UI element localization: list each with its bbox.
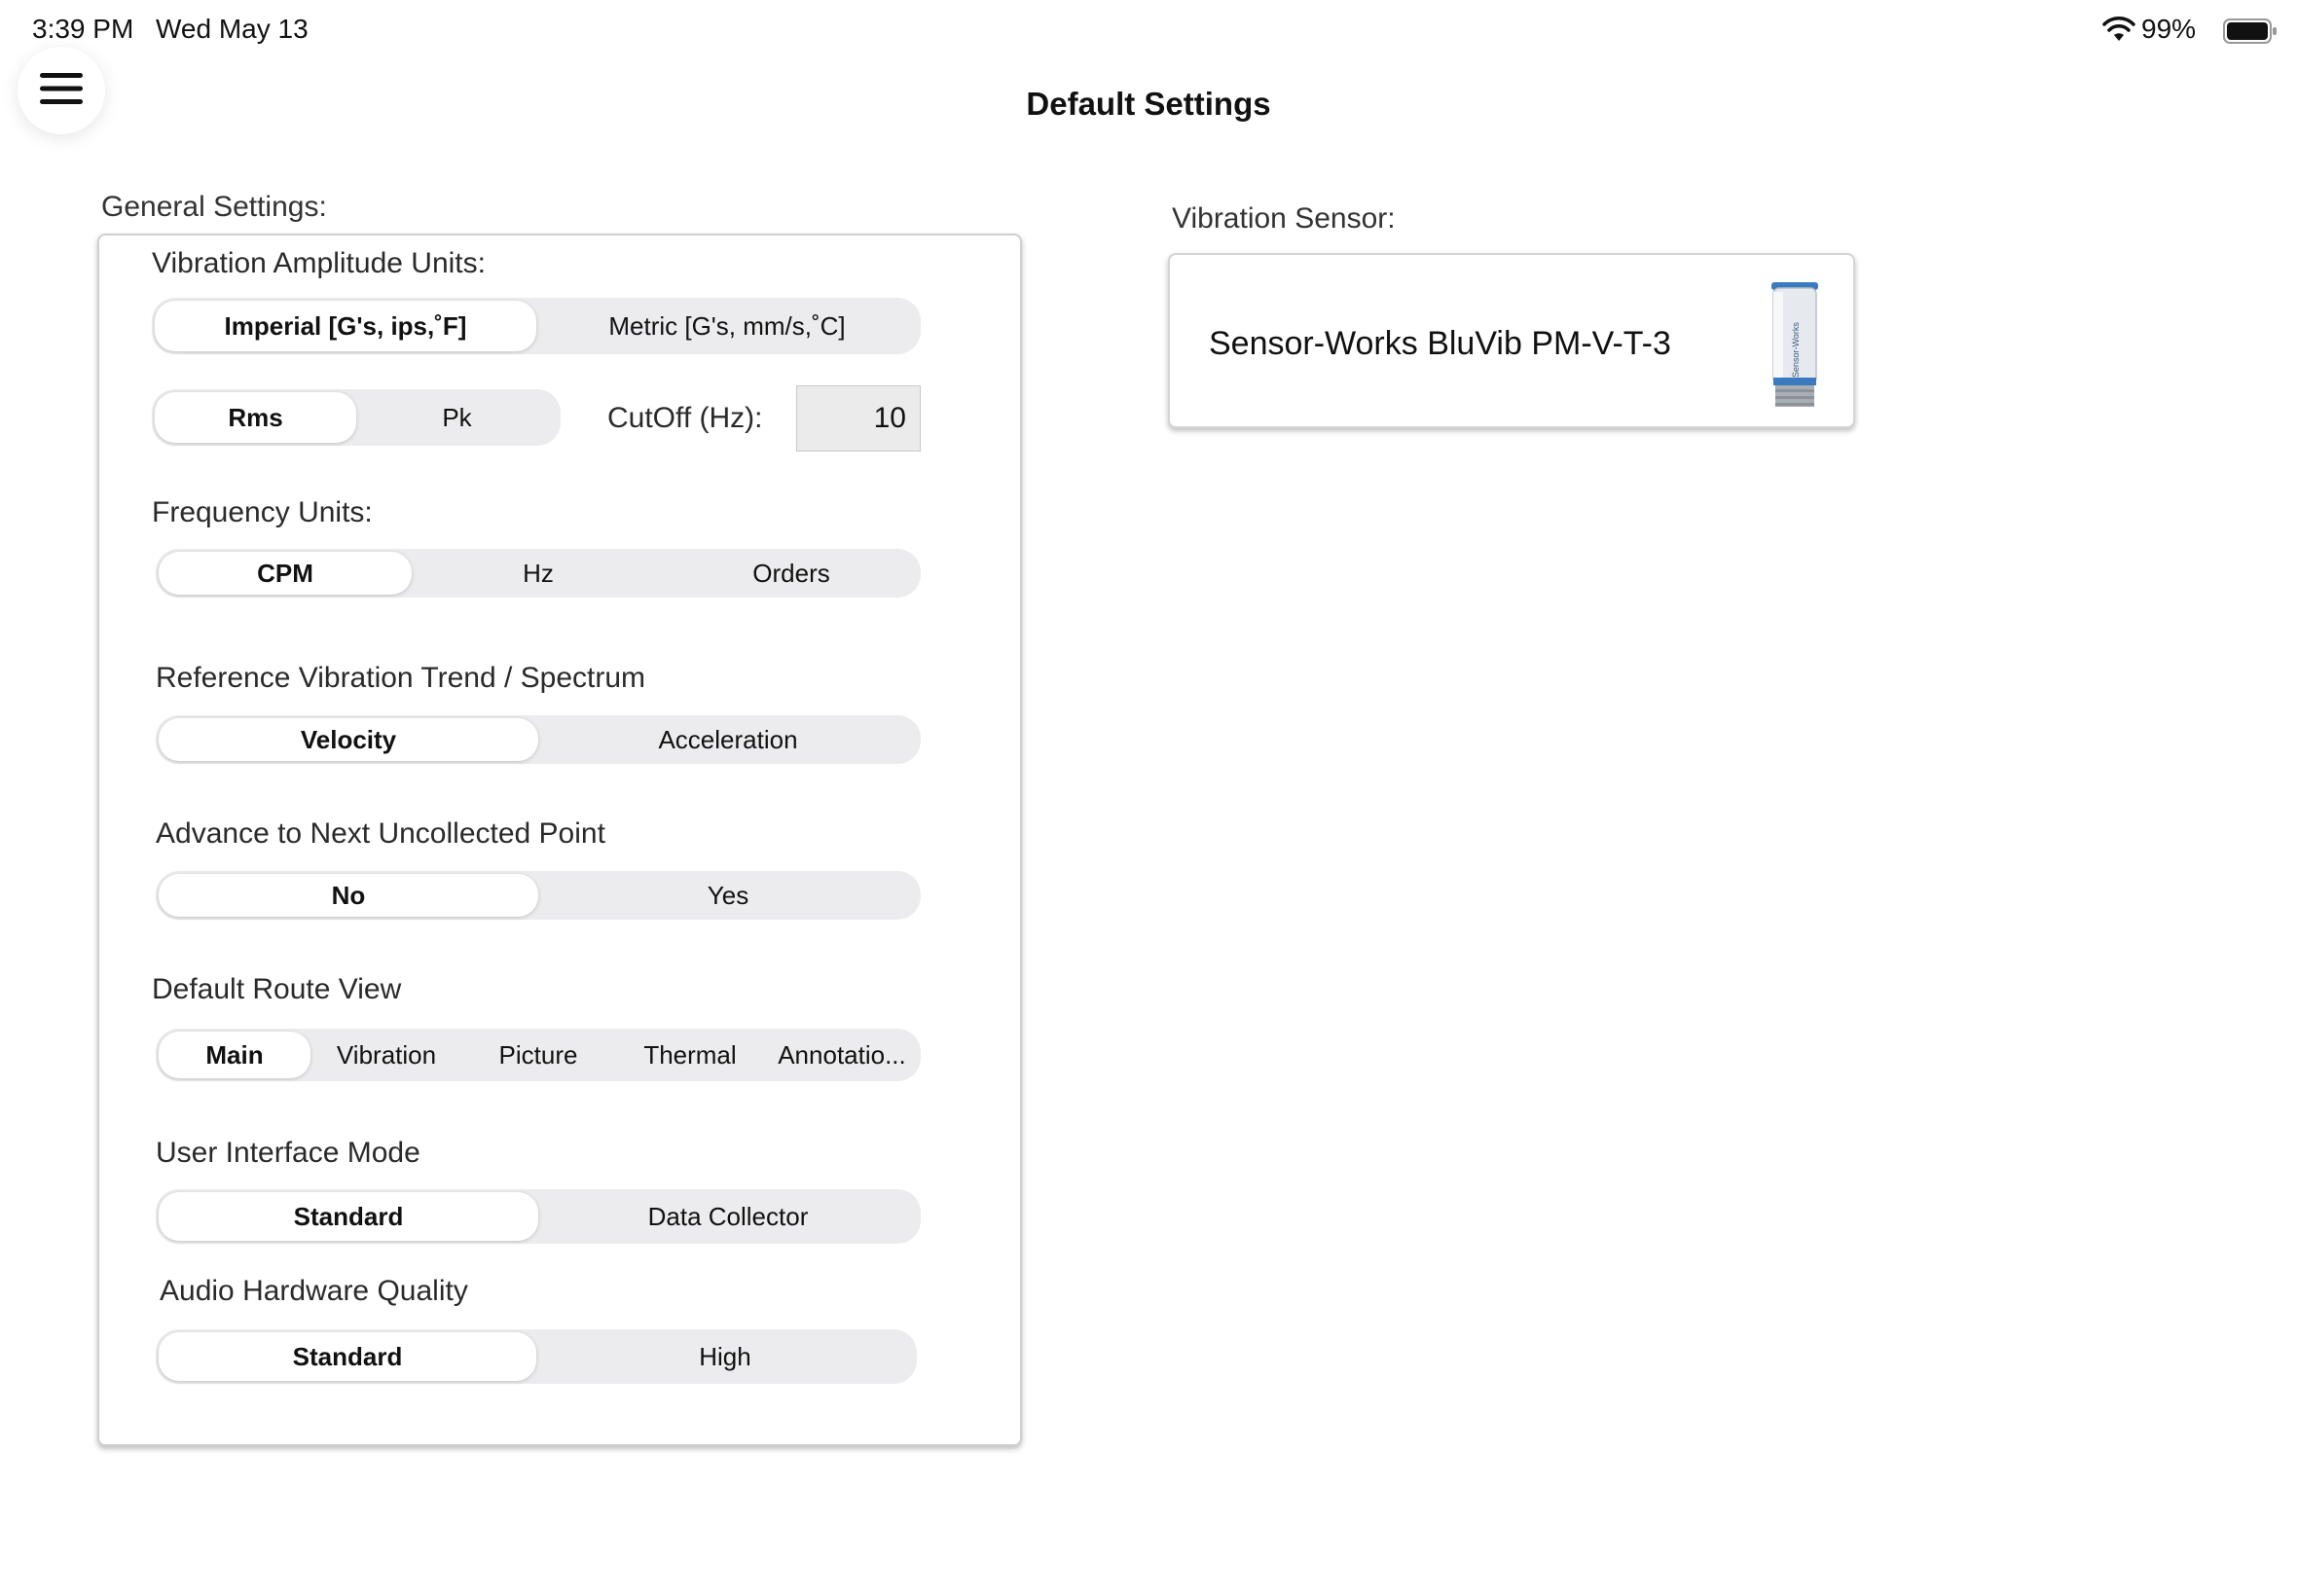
battery-percent: 99% — [2141, 14, 2197, 44]
ui-mode-segmented-control: Standard Data Collector — [156, 1189, 921, 1244]
general-settings-panel: Vibration Amplitude Units: Imperial [G's… — [97, 234, 1022, 1446]
sensor-name: Sensor-Works BluVib PM-V-T-3 — [1209, 325, 1671, 362]
reference-option-velocity[interactable]: Velocity — [159, 718, 538, 761]
route-view-segmented-control: Main Vibration Picture Thermal Annotatio… — [156, 1029, 921, 1081]
frequency-option-orders[interactable]: Orders — [665, 552, 918, 595]
advance-option-yes[interactable]: Yes — [538, 874, 918, 917]
audio-quality-segmented-control: Standard High — [156, 1329, 917, 1384]
advance-next-label: Advance to Next Uncollected Point — [156, 817, 605, 850]
amplitude-option-imperial[interactable]: Imperial [G's, ips,˚F] — [155, 301, 536, 351]
ui-mode-label: User Interface Mode — [156, 1137, 420, 1169]
audio-option-high[interactable]: High — [536, 1332, 914, 1381]
page-title: Default Settings — [1026, 86, 1271, 122]
route-view-option-main[interactable]: Main — [159, 1032, 310, 1078]
amplitude-units-segmented-control: Imperial [G's, ips,˚F] Metric [G's, mm/s… — [152, 298, 921, 354]
detection-option-rms[interactable]: Rms — [155, 392, 356, 443]
ui-mode-option-standard[interactable]: Standard — [159, 1192, 538, 1241]
audio-option-standard[interactable]: Standard — [159, 1332, 536, 1381]
sensor-image: Sensor-Works — [1766, 280, 1824, 417]
frequency-units-segmented-control: CPM Hz Orders — [156, 549, 921, 598]
route-view-option-vibration[interactable]: Vibration — [310, 1032, 462, 1078]
audio-quality-label: Audio Hardware Quality — [160, 1275, 468, 1307]
wifi-icon — [2102, 16, 2135, 48]
route-view-option-annotation[interactable]: Annotatio... — [766, 1032, 918, 1078]
detection-segmented-control: Rms Pk — [152, 389, 561, 446]
battery-icon — [2223, 18, 2278, 50]
detection-option-pk[interactable]: Pk — [356, 392, 558, 443]
route-view-option-picture[interactable]: Picture — [462, 1032, 614, 1078]
cutoff-label: CutOff (Hz): — [607, 402, 763, 434]
advance-next-segmented-control: No Yes — [156, 871, 921, 920]
reference-option-acceleration[interactable]: Acceleration — [538, 718, 918, 761]
menu-button[interactable] — [18, 47, 105, 134]
sensor-image-label: Sensor-Works — [1791, 322, 1801, 378]
route-view-option-thermal[interactable]: Thermal — [614, 1032, 766, 1078]
frequency-units-label: Frequency Units: — [152, 496, 373, 528]
amplitude-option-metric[interactable]: Metric [G's, mm/s,˚C] — [536, 301, 918, 351]
cutoff-input[interactable] — [796, 385, 921, 452]
ui-mode-option-data-collector[interactable]: Data Collector — [538, 1192, 918, 1241]
frequency-option-hz[interactable]: Hz — [412, 552, 665, 595]
vibration-sensor-label: Vibration Sensor: — [1172, 202, 1396, 235]
reference-trend-segmented-control: Velocity Acceleration — [156, 715, 921, 764]
frequency-option-cpm[interactable]: CPM — [159, 552, 412, 595]
advance-option-no[interactable]: No — [159, 874, 538, 917]
sensor-card[interactable]: Sensor-Works BluVib PM-V-T-3 Sensor-Work… — [1168, 253, 1855, 428]
reference-trend-label: Reference Vibration Trend / Spectrum — [156, 662, 646, 694]
hamburger-menu-icon — [39, 71, 84, 111]
status-date: Wed May 13 — [156, 14, 309, 44]
amplitude-units-label: Vibration Amplitude Units: — [152, 247, 486, 279]
route-view-label: Default Route View — [152, 973, 402, 1005]
status-time: 3:39 PM — [32, 14, 134, 44]
general-settings-label: General Settings: — [101, 191, 327, 223]
